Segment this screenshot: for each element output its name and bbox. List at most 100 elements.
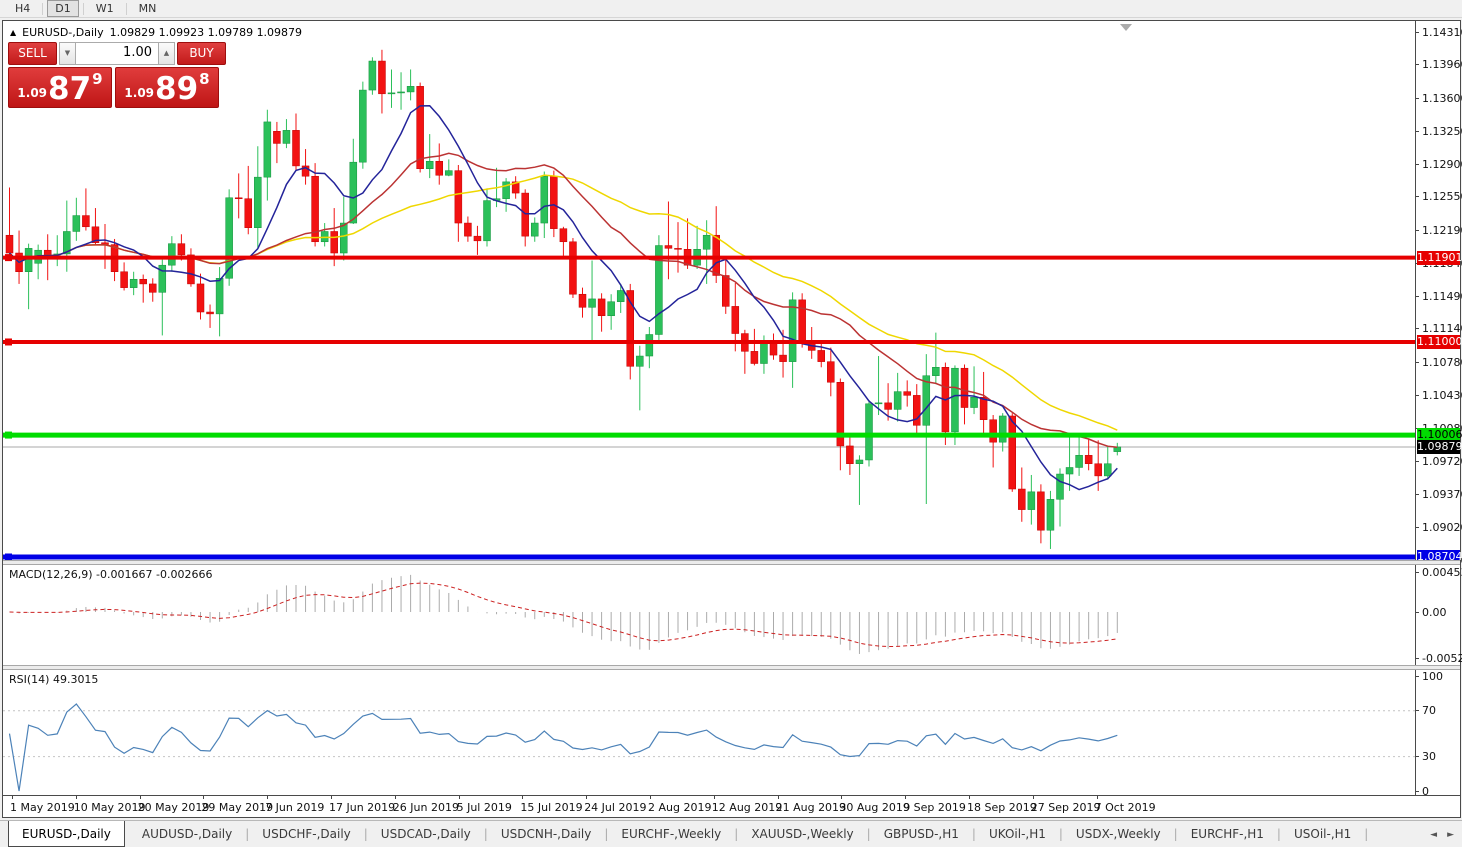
time-tick-mark [76, 796, 77, 799]
pane-splitter[interactable] [3, 560, 1460, 565]
axis-tick-mark [1416, 572, 1419, 573]
axis-tick-label: 0.004536 [1422, 566, 1462, 579]
timeframe-button-d1[interactable]: D1 [47, 0, 78, 17]
time-tick-mark [522, 796, 523, 799]
chart-tab-usdchf-daily[interactable]: USDCHF-,Daily [249, 821, 363, 847]
timeframe-button-mn[interactable]: MN [131, 0, 165, 17]
chart-tab-usoil-h1[interactable]: USOil-,H1 [1281, 821, 1364, 847]
buy-price-button[interactable]: 1.09 89 8 [115, 67, 219, 108]
axis-tick-mark [1416, 676, 1419, 677]
chart-shift-marker-icon[interactable] [1120, 24, 1132, 31]
time-tick-label: 5 Jul 2019 [457, 801, 512, 814]
chart-tab-usdcnh-daily[interactable]: USDCNH-,Daily [488, 821, 605, 847]
time-tick-mark [650, 796, 651, 799]
chevron-up-icon: ▲ [164, 49, 169, 57]
trading-terminal: H4 D1 W1 MN ▲ EURUSD-,Daily 1.09829 1.09923… [0, 0, 1462, 847]
sell-price-sup: 9 [92, 70, 102, 88]
tab-scroll-right-icon[interactable]: ► [1447, 830, 1454, 840]
axis-tick-mark [1416, 494, 1419, 495]
price-scale[interactable]: 1.143101.139601.136001.132501.129001.125… [1416, 21, 1460, 795]
time-tick-mark [459, 796, 460, 799]
time-scale[interactable]: 1 May 201910 May 201920 May 201929 May 2… [3, 796, 1460, 817]
current-price-flag: 1.09879 [1417, 440, 1460, 454]
time-tick-label: 20 May 2019 [138, 801, 210, 814]
axis-tick-mark [1416, 328, 1419, 329]
tab-scroll-left-icon[interactable]: ◄ [1430, 830, 1437, 840]
time-tick-label: 10 May 2019 [74, 801, 146, 814]
buy-price-big: 89 [155, 74, 198, 104]
axis-tick-label: 0.00 [1422, 606, 1447, 619]
time-tick-mark [395, 796, 396, 799]
price-chart-canvas[interactable] [3, 21, 1460, 795]
axis-tick-label: 1.12190 [1422, 224, 1462, 237]
buy-button[interactable]: BUY [177, 42, 226, 65]
pane-splitter[interactable] [3, 665, 1460, 670]
toolbar-separator [126, 3, 127, 15]
chart-tab-eurusd-daily[interactable]: EURUSD-,Daily [8, 821, 125, 847]
chart-title: ▲ EURUSD-,Daily 1.09829 1.09923 1.09789 … [10, 26, 302, 39]
time-tick-label: 30 Aug 2019 [839, 801, 909, 814]
chart-tab-xauusd-weekly[interactable]: XAUUSD-,Weekly [738, 821, 866, 847]
chart-tab-ukoil-h1[interactable]: UKOil-,H1 [976, 821, 1059, 847]
timeframe-button-h4[interactable]: H4 [7, 0, 38, 17]
volume-stepper: ▼ 1.00 ▲ [59, 42, 175, 65]
axis-tick-label: 1.12550 [1422, 190, 1462, 203]
time-tick-label: 18 Sep 2019 [967, 801, 1037, 814]
axis-tick-mark [1416, 461, 1419, 462]
time-tick-mark [586, 796, 587, 799]
time-tick-mark [714, 796, 715, 799]
axis-tick-label: 70 [1422, 704, 1436, 717]
one-click-trading-panel: SELL ▼ 1.00 ▲ BUY 1.09 87 9 [8, 42, 226, 108]
timeframe-toolbar: H4 D1 W1 MN [0, 0, 1462, 18]
macd-indicator-label: MACD(12,26,9) -0.001667 -0.002666 [9, 568, 212, 581]
time-tick-label: 29 May 2019 [201, 801, 273, 814]
time-tick-mark [841, 796, 842, 799]
axis-tick-label: 100 [1422, 670, 1443, 683]
sell-price-button[interactable]: 1.09 87 9 [8, 67, 112, 108]
chart-symbol-label: EURUSD-,Daily [22, 26, 103, 39]
time-tick-label: 9 Sep 2019 [903, 801, 966, 814]
time-tick-label: 27 Sep 2019 [1031, 801, 1101, 814]
volume-input[interactable]: 1.00 [76, 42, 158, 65]
axis-tick-mark [1416, 64, 1419, 65]
volume-decrease-button[interactable]: ▼ [59, 42, 76, 65]
axis-tick-label: 1.11140 [1422, 322, 1462, 335]
chart-tab-usdx-weekly[interactable]: USDX-,Weekly [1063, 821, 1174, 847]
time-tick-mark [12, 796, 13, 799]
time-tick-mark [331, 796, 332, 799]
chart-tab-eurchf-h1[interactable]: EURCHF-,H1 [1178, 821, 1277, 847]
axis-tick-mark [1416, 612, 1419, 613]
time-tick-mark [778, 796, 779, 799]
time-tick-mark [1033, 796, 1034, 799]
buy-price-sup: 8 [199, 70, 209, 88]
chart-tab-gbpusd-h1[interactable]: GBPUSD-,H1 [871, 821, 972, 847]
axis-tick-mark [1416, 527, 1419, 528]
buy-price-small: 1.09 [124, 86, 154, 100]
axis-tick-label: 1.10430 [1422, 389, 1462, 402]
chart-window: ▲ EURUSD-,Daily 1.09829 1.09923 1.09789 … [2, 20, 1461, 818]
axis-tick-label: 1.09720 [1422, 455, 1462, 468]
time-tick-mark [267, 796, 268, 799]
toolbar-separator [83, 3, 84, 15]
chart-tab-usdcad-daily[interactable]: USDCAD-,Daily [368, 821, 484, 847]
timeframe-button-w1[interactable]: W1 [88, 0, 122, 17]
axis-tick-label: 1.14310 [1422, 26, 1462, 39]
time-tick-mark [140, 796, 141, 799]
axis-tick-mark [1416, 131, 1419, 132]
axis-tick-mark [1416, 791, 1419, 792]
sell-price-big: 87 [48, 74, 91, 104]
sell-button[interactable]: SELL [8, 42, 57, 65]
axis-tick-label: 1.13250 [1422, 125, 1462, 138]
sell-price-small: 1.09 [17, 86, 47, 100]
axis-tick-mark [1416, 710, 1419, 711]
axis-tick-label: 1.11490 [1422, 290, 1462, 303]
collapse-arrow-icon[interactable]: ▲ [10, 28, 16, 37]
tab-scroll-arrows: ◄► [1430, 821, 1454, 847]
chart-ohlc-values: 1.09829 1.09923 1.09789 1.09879 [110, 26, 302, 39]
chart-tab-audusd-daily[interactable]: AUDUSD-,Daily [129, 821, 245, 847]
volume-increase-button[interactable]: ▲ [158, 42, 175, 65]
time-tick-label: 17 Jun 2019 [329, 801, 395, 814]
axis-tick-label: 1.09020 [1422, 521, 1462, 534]
chart-tab-eurchf-weekly[interactable]: EURCHF-,Weekly [608, 821, 734, 847]
time-tick-label: 15 Jul 2019 [520, 801, 582, 814]
